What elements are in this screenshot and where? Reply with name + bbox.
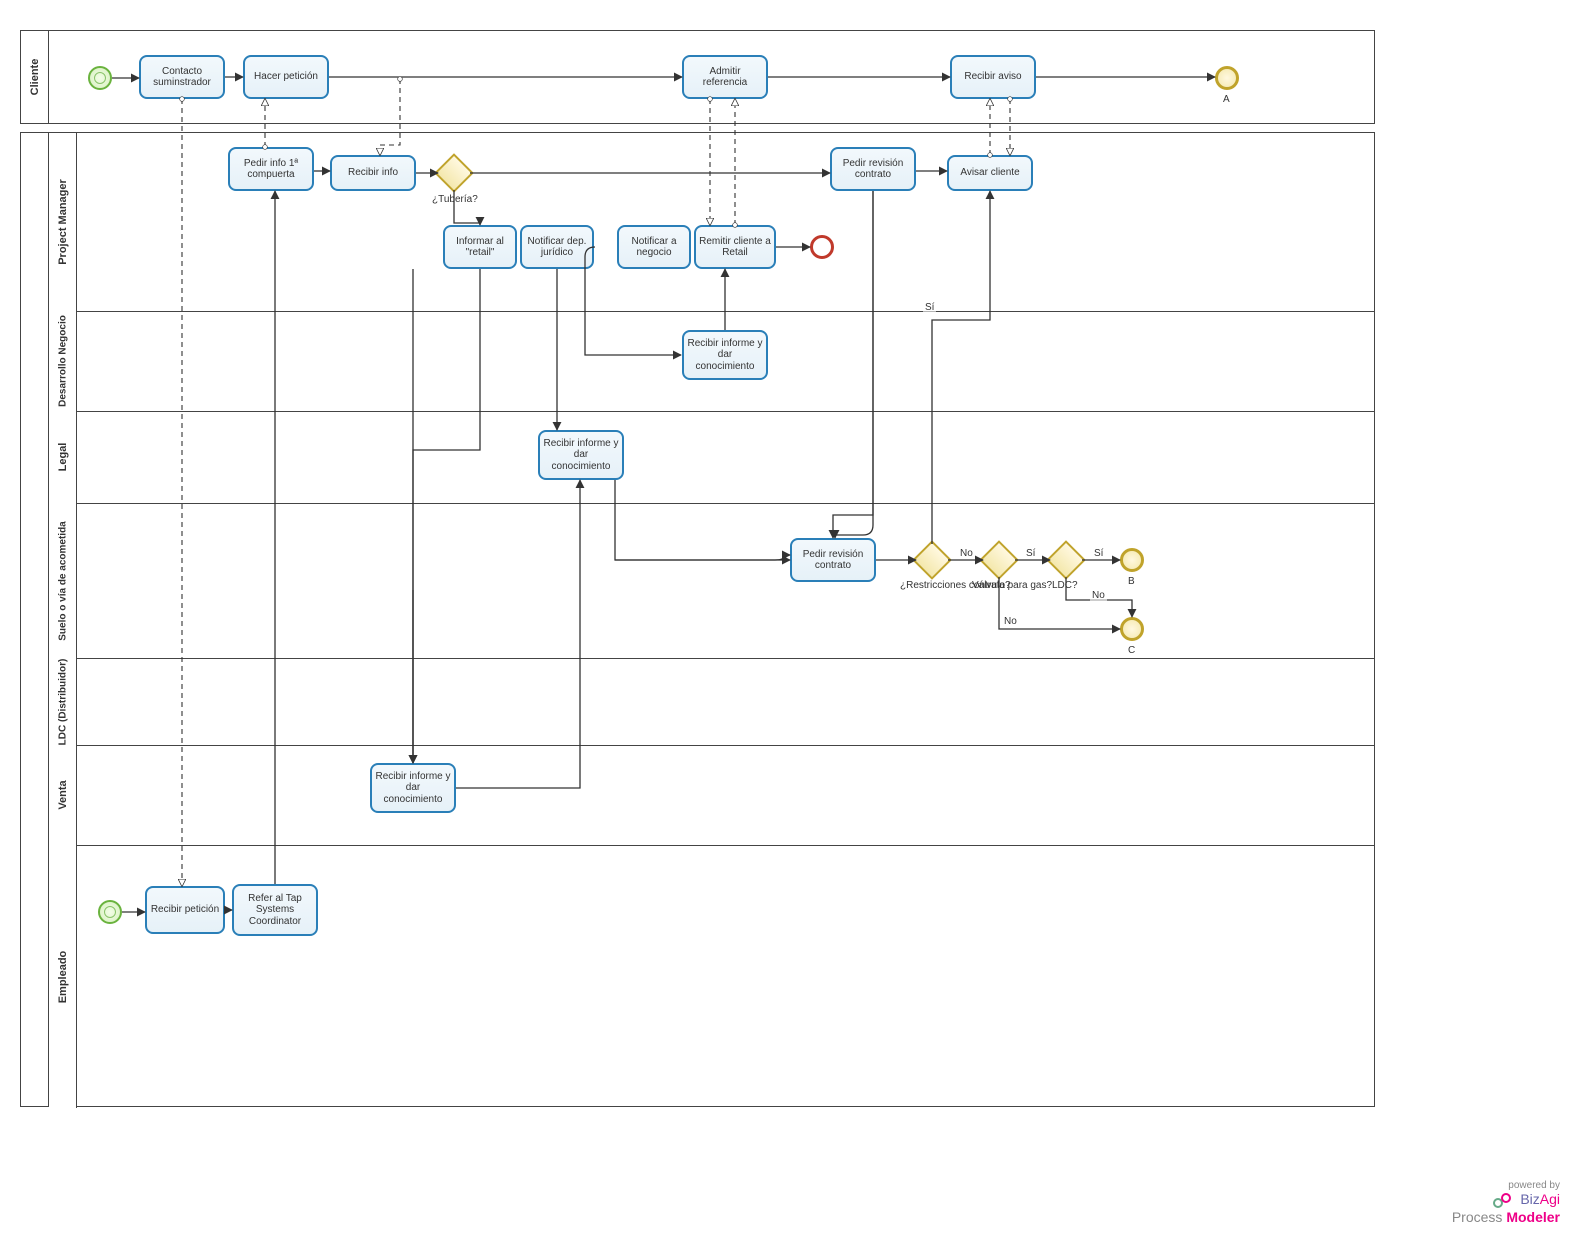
footer-brand-biz: Biz bbox=[1520, 1191, 1539, 1207]
task-contacto-suminstrador: Contacto suminstrador bbox=[139, 55, 225, 99]
task-pedir-revision-contrato-suelo: Pedir revisión contrato bbox=[790, 538, 876, 582]
lane-label-venta-text: Venta bbox=[57, 780, 69, 809]
end-event-B-label: B bbox=[1128, 576, 1135, 587]
lane-label-ldc-text: LDC (Distribuidor) bbox=[57, 658, 68, 745]
start-event-empleado bbox=[98, 900, 122, 924]
end-event-C bbox=[1120, 617, 1144, 641]
edge-label-restr-no: No bbox=[958, 548, 975, 559]
task-avisar-cliente-label: Avisar cliente bbox=[960, 167, 1019, 179]
edge-label-ldc-no: No bbox=[1090, 590, 1107, 601]
lane-label-suelo: Suelo o vía de acometida bbox=[49, 503, 77, 658]
bpmn-canvas: Cliente Contacto suminstrador Hacer peti… bbox=[0, 0, 1580, 1235]
task-recibir-informe-legal: Recibir informe y dar conocimiento bbox=[538, 430, 624, 480]
lane-label-legal-text: Legal bbox=[57, 443, 69, 472]
task-pedir-info-1a-label: Pedir info 1ª compuerta bbox=[233, 158, 309, 181]
lane-label-empleado: Empleado bbox=[49, 845, 77, 1108]
lane-label-cliente-text: Cliente bbox=[29, 59, 41, 96]
end-event-retail bbox=[810, 235, 834, 259]
lane-label-pm-text: Project Manager bbox=[57, 179, 69, 265]
task-remitir-cliente-retail: Remitir cliente a Retail bbox=[694, 225, 776, 269]
task-refer-tap: Refer al Tap Systems Coordinator bbox=[232, 884, 318, 936]
end-event-A bbox=[1215, 66, 1239, 90]
task-recibir-peticion: Recibir petición bbox=[145, 886, 225, 934]
gateway-valvula-label: Válvula para gas? bbox=[972, 580, 1032, 591]
task-recibir-peticion-label: Recibir petición bbox=[151, 904, 219, 916]
lane-sep-4 bbox=[49, 658, 1374, 659]
task-contacto-suminstrador-label: Contacto suminstrador bbox=[144, 66, 220, 89]
task-recibir-informe-dn-label: Recibir informe y dar conocimiento bbox=[687, 338, 763, 373]
end-event-A-label: A bbox=[1223, 94, 1230, 105]
start-event-cliente bbox=[88, 66, 112, 90]
task-pedir-revision-contrato-pm: Pedir revisión contrato bbox=[830, 147, 916, 191]
gateway-tuberia-label: ¿Tubería? bbox=[432, 194, 478, 205]
lane-sep-1 bbox=[49, 311, 1374, 312]
footer-brand: BizAgi Process Modeler bbox=[1452, 1191, 1560, 1225]
task-recibir-informe-venta: Recibir informe y dar conocimiento bbox=[370, 763, 456, 813]
lane-label-venta: Venta bbox=[49, 745, 77, 845]
task-pedir-revision-suelo-label: Pedir revisión contrato bbox=[795, 549, 871, 572]
lane-label-dn-text: Desarrollo Negocio bbox=[57, 315, 68, 407]
lane-label-cliente: Cliente bbox=[21, 31, 49, 123]
task-recibir-info-label: Recibir info bbox=[348, 167, 398, 179]
lane-label-dn: Desarrollo Negocio bbox=[49, 311, 77, 411]
task-recibir-info: Recibir info bbox=[330, 155, 416, 191]
bizagi-logo-icon bbox=[1492, 1191, 1512, 1209]
task-hacer-peticion: Hacer petición bbox=[243, 55, 329, 99]
lane-sep-2 bbox=[49, 411, 1374, 412]
task-pedir-info-1a: Pedir info 1ª compuerta bbox=[228, 147, 314, 191]
task-admitir-referencia-label: Admitir referencia bbox=[687, 66, 763, 89]
gateway-restricciones-label: ¿Restricciones contrato? bbox=[900, 580, 970, 591]
task-hacer-peticion-label: Hacer petición bbox=[254, 71, 318, 83]
footer-brand-process: Process bbox=[1452, 1209, 1506, 1225]
footer-brand-modeler: Modeler bbox=[1506, 1209, 1560, 1225]
task-avisar-cliente: Avisar cliente bbox=[947, 155, 1033, 191]
end-event-C-label: C bbox=[1128, 645, 1135, 656]
task-notificar-juridico: Notificar dep. jurídico bbox=[520, 225, 594, 269]
task-notificar-juridico-label: Notificar dep. jurídico bbox=[525, 236, 589, 259]
task-refer-tap-label: Refer al Tap Systems Coordinator bbox=[237, 893, 313, 928]
lane-label-pm: Project Manager bbox=[49, 133, 77, 311]
edge-label-ldc-si: Sí bbox=[1092, 548, 1105, 559]
task-recibir-informe-legal-label: Recibir informe y dar conocimiento bbox=[543, 438, 619, 473]
lane-label-empleado-text: Empleado bbox=[57, 950, 69, 1003]
lane-label-suelo-text: Suelo o vía de acometida bbox=[57, 521, 68, 640]
lane-label-ldc: LDC (Distribuidor) bbox=[49, 658, 77, 745]
edge-label-restr-si: Sí bbox=[923, 302, 936, 313]
lane-sep-6 bbox=[49, 845, 1374, 846]
task-remitir-cliente-retail-label: Remitir cliente a Retail bbox=[699, 236, 771, 259]
end-event-B bbox=[1120, 548, 1144, 572]
footer-branding: powered by BizAgi Process Modeler bbox=[1452, 1180, 1560, 1225]
task-pedir-revision-pm-label: Pedir revisión contrato bbox=[835, 158, 911, 181]
lane-sep-5 bbox=[49, 745, 1374, 746]
edge-label-valvula-si: Sí bbox=[1024, 548, 1037, 559]
footer-brand-agi: Agi bbox=[1540, 1191, 1560, 1207]
task-recibir-aviso-label: Recibir aviso bbox=[964, 71, 1021, 83]
lane-sep-3 bbox=[49, 503, 1374, 504]
footer-powered-by: powered by bbox=[1452, 1180, 1560, 1191]
task-admitir-referencia: Admitir referencia bbox=[682, 55, 768, 99]
gateway-ldc-label: LDC? bbox=[1052, 580, 1078, 591]
pool-org: Project Manager Desarrollo Negocio Legal… bbox=[20, 132, 1375, 1107]
lane-label-legal: Legal bbox=[49, 411, 77, 503]
task-informar-retail-label: Informar al "retail" bbox=[448, 236, 512, 259]
task-notificar-negocio-label: Notificar a negocio bbox=[622, 236, 686, 259]
edge-label-valvula-no: No bbox=[1002, 616, 1019, 627]
task-informar-retail: Informar al "retail" bbox=[443, 225, 517, 269]
pool-org-blackbox-header bbox=[21, 133, 49, 1106]
task-recibir-aviso: Recibir aviso bbox=[950, 55, 1036, 99]
task-notificar-negocio: Notificar a negocio bbox=[617, 225, 691, 269]
task-recibir-informe-venta-label: Recibir informe y dar conocimiento bbox=[375, 771, 451, 806]
task-recibir-informe-dn: Recibir informe y dar conocimiento bbox=[682, 330, 768, 380]
